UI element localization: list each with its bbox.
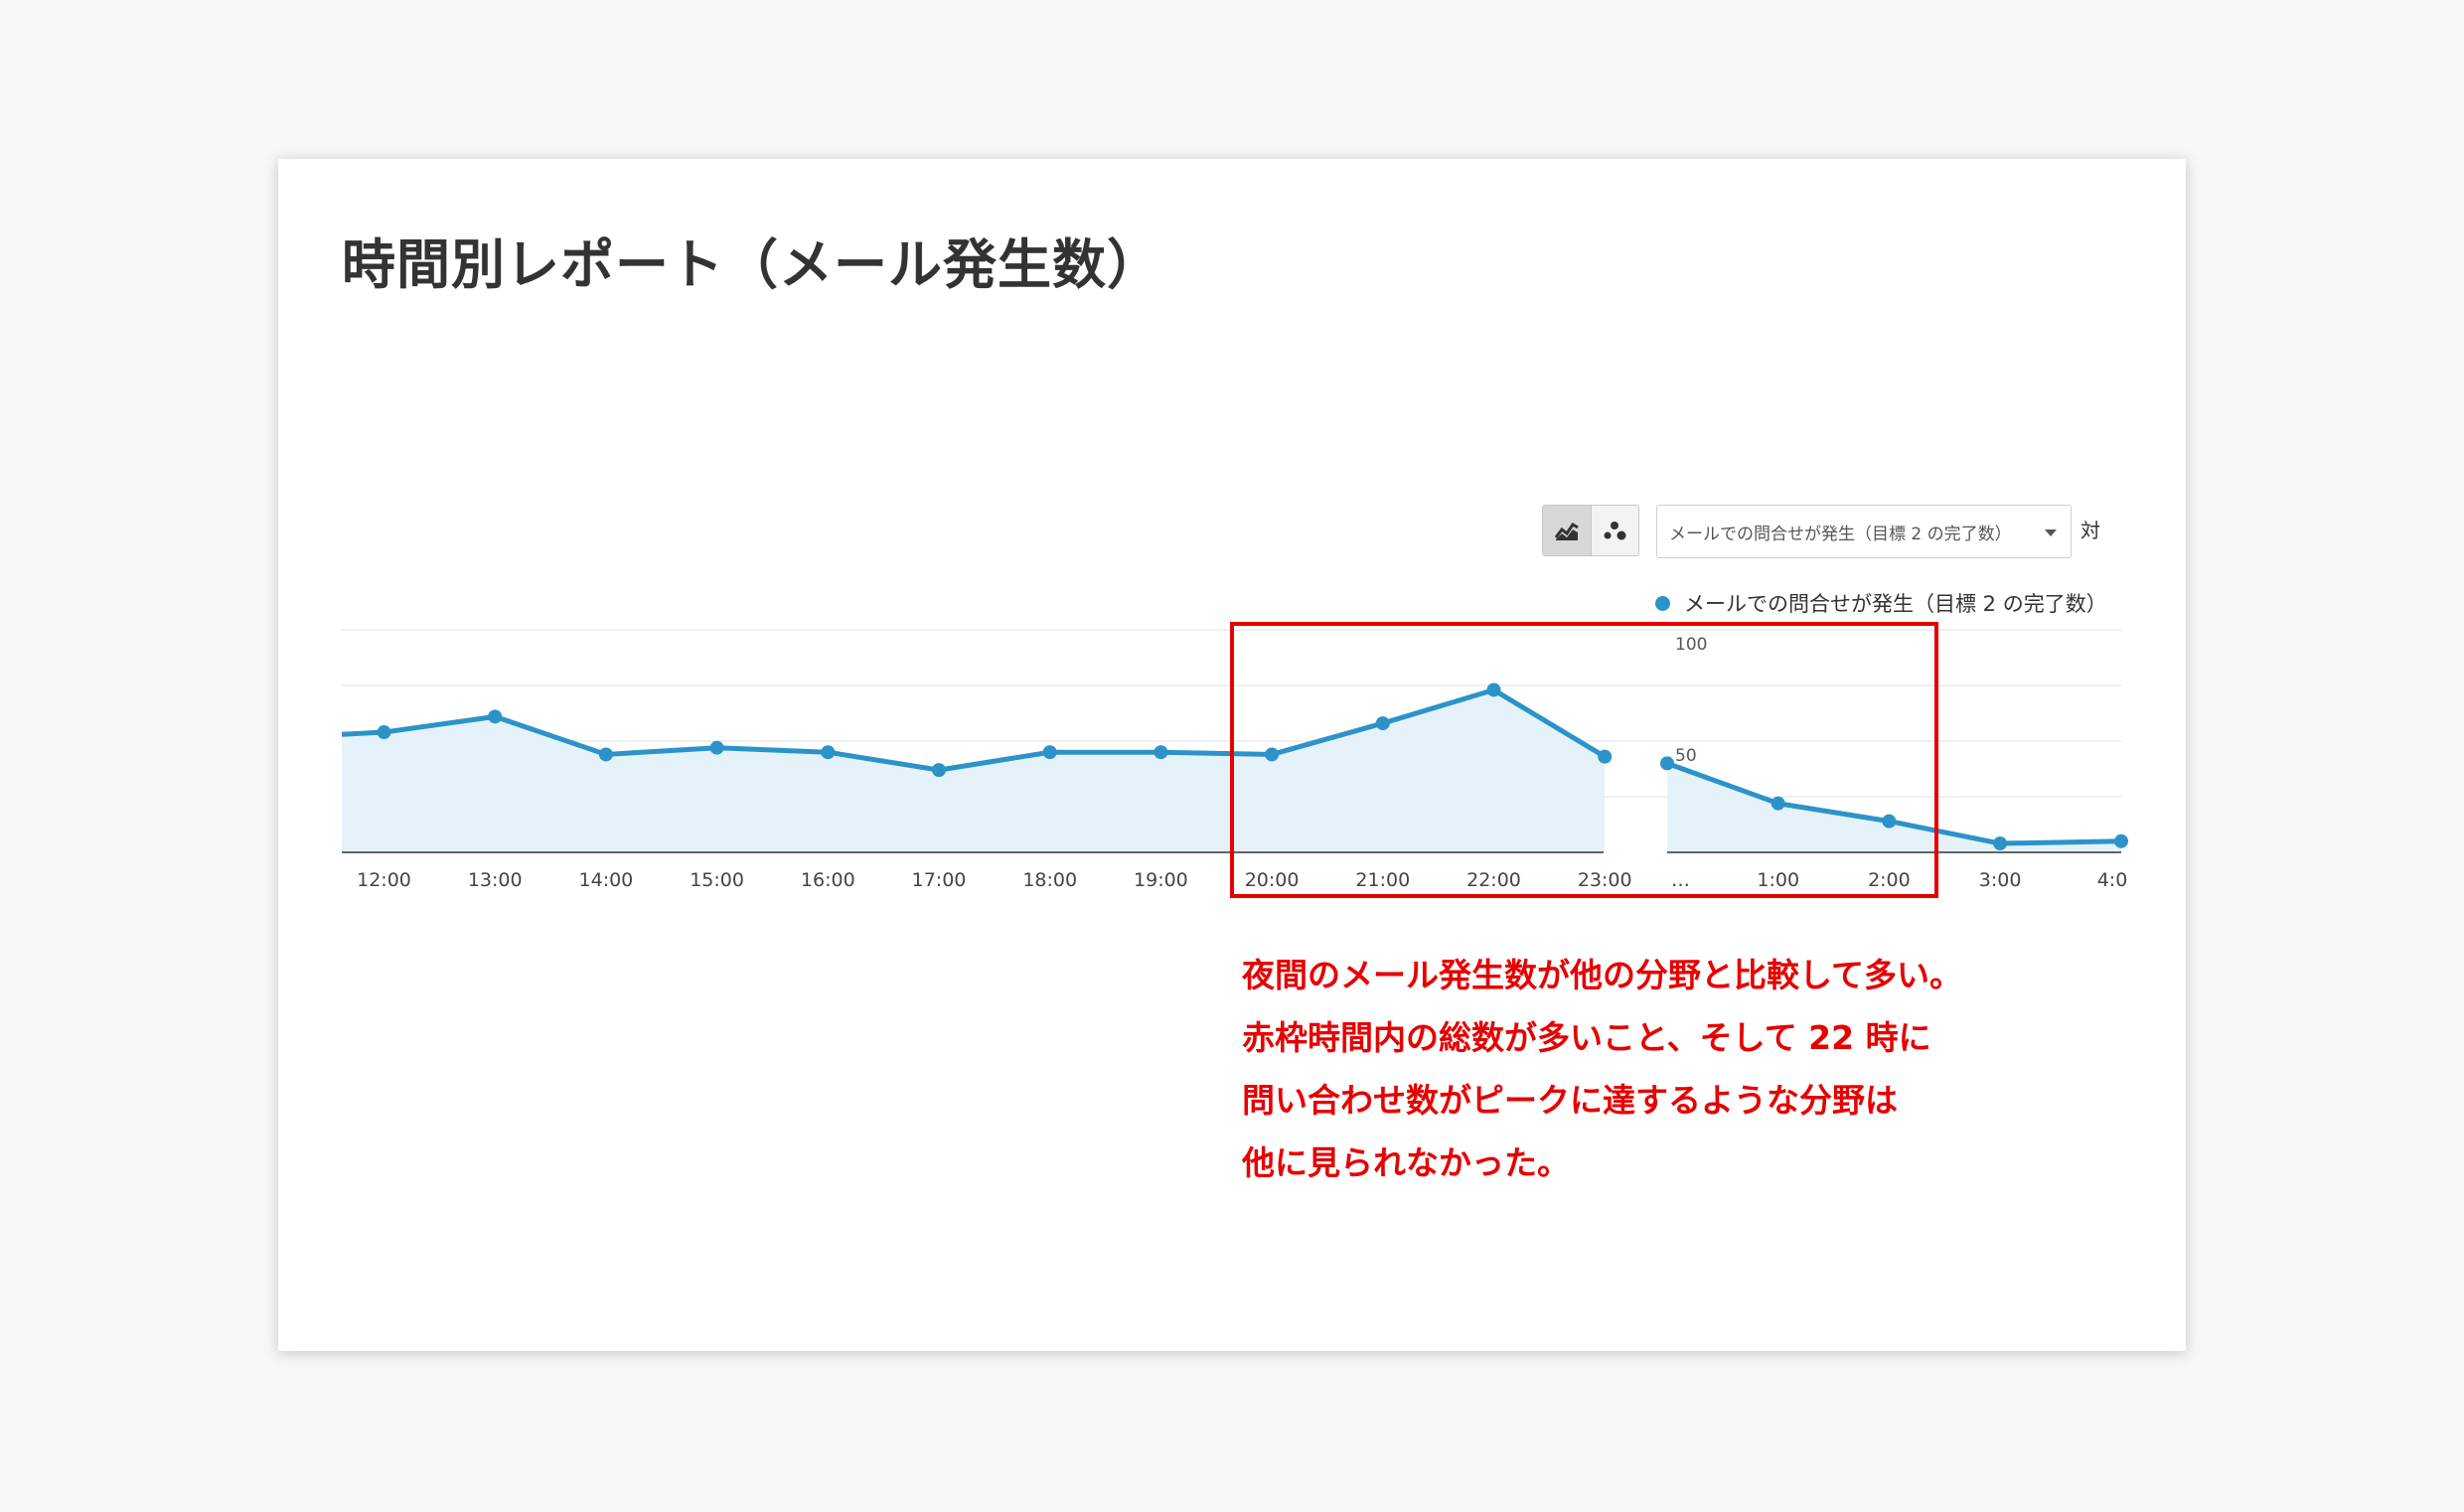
x-tick-label: 16:00 xyxy=(801,869,855,891)
data-point xyxy=(1154,745,1168,760)
data-point xyxy=(1993,836,2008,851)
slide-card: 時間別レポート（メール発生数） メールでの問合せが発生（目標 2 の完了数） 対… xyxy=(278,159,2186,1351)
annotation-line: 問い合わせ数がピークに達するような分野は xyxy=(1242,1081,1898,1120)
x-tick-label: 17:00 xyxy=(912,869,967,891)
x-tick-label: 19:00 xyxy=(1134,869,1188,891)
data-point xyxy=(821,745,836,760)
x-tick-label: 12:00 xyxy=(357,869,411,891)
data-point xyxy=(377,725,391,740)
data-point xyxy=(2114,833,2128,848)
x-tick-label: 15:00 xyxy=(690,869,744,891)
x-tick-label: 3:00 xyxy=(1979,869,2022,891)
data-point xyxy=(709,740,724,755)
highlight-frame xyxy=(1230,622,1938,898)
annotation-line: 夜間のメール発生数が他の分野と比較して多い。 xyxy=(1242,956,1963,994)
x-tick-label: 14:00 xyxy=(579,869,634,891)
data-point xyxy=(1042,745,1057,760)
x-tick-label: 13:00 xyxy=(468,869,523,891)
annotation: 夜間のメール発生数が他の分野と比較して多い。 赤枠時間内の総数が多いこと、そして… xyxy=(1242,944,1962,1194)
x-tick-label: 4:0 xyxy=(2097,869,2128,891)
data-point xyxy=(488,709,503,724)
annotation-line: 他に見られなかった。 xyxy=(1242,1143,1570,1182)
data-point xyxy=(598,747,613,762)
x-tick-label: 18:00 xyxy=(1022,869,1077,891)
annotation-line: 赤枠時間内の総数が多いこと、そして 22 時に xyxy=(1242,1018,1931,1057)
data-point xyxy=(932,763,946,778)
